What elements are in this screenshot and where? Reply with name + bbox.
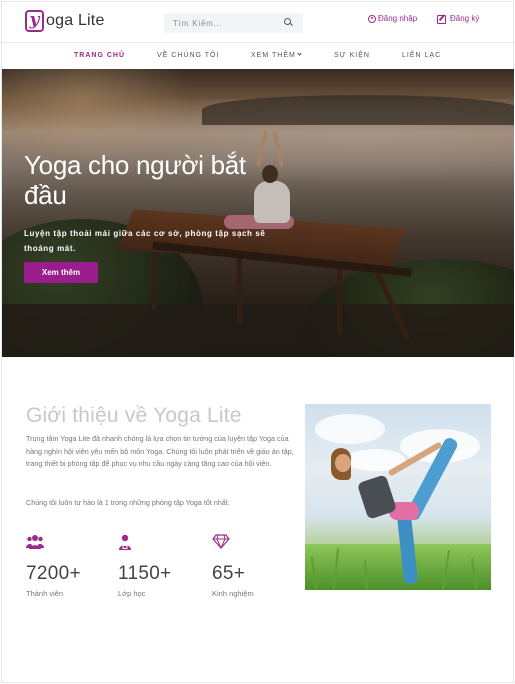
photo-cloud bbox=[315, 414, 385, 444]
edit-icon bbox=[437, 14, 446, 24]
stat-value: 1150+ bbox=[118, 563, 172, 584]
diamond-icon bbox=[212, 534, 230, 549]
hero-banner bbox=[2, 69, 514, 357]
hero-title: Yoga cho người bắt đầu bbox=[24, 150, 246, 210]
search-input[interactable] bbox=[164, 13, 282, 33]
logo[interactable]: y oga Lite bbox=[25, 10, 105, 32]
login-label: Đăng nhập bbox=[378, 14, 418, 23]
register-label: Đăng ký bbox=[450, 14, 480, 23]
logo-mark: y bbox=[25, 10, 44, 32]
about-title: Giới thiệu về Yoga Lite bbox=[26, 404, 242, 427]
chevron-down-icon bbox=[297, 51, 302, 56]
yoga-photo bbox=[305, 404, 491, 590]
stat-label: Thành viên bbox=[26, 589, 64, 598]
register-link[interactable]: Đăng ký bbox=[437, 14, 480, 24]
teacher-icon bbox=[119, 534, 131, 550]
hero-overlay bbox=[2, 69, 514, 357]
nav-item-events[interactable]: SỰ KIỆN bbox=[334, 52, 370, 59]
search-icon[interactable] bbox=[282, 16, 296, 30]
main-nav: TRANG CHỦ VỀ CHÚNG TÔI XEM THÊM SỰ KIỆN … bbox=[0, 42, 515, 69]
stat-label: Kinh nghiệm bbox=[212, 589, 254, 598]
about-paragraph: Trung tâm Yoga Lite đã nhanh chóng là lự… bbox=[26, 434, 294, 469]
hero-subtitle: Luyện tập thoải mái giữa các cơ sở, phòn… bbox=[24, 229, 266, 253]
stat-value: 7200+ bbox=[26, 563, 81, 584]
hero-more-button[interactable]: Xem thêm bbox=[24, 262, 98, 283]
stat-value: 65+ bbox=[212, 563, 246, 584]
nav-item-about[interactable]: VỀ CHÚNG TÔI bbox=[157, 52, 219, 59]
nav-item-more[interactable]: XEM THÊM bbox=[251, 51, 302, 59]
search-box bbox=[164, 13, 303, 33]
stat-label: Lớp học bbox=[118, 589, 146, 598]
login-link[interactable]: Đăng nhập bbox=[368, 14, 417, 23]
about-paragraph: Chúng tôi luôn tự hào là 1 trong những p… bbox=[26, 498, 230, 507]
users-icon bbox=[26, 535, 44, 549]
nav-item-contact[interactable]: LIÊN LẠC bbox=[402, 52, 441, 59]
logo-text: oga Lite bbox=[46, 12, 105, 29]
woman-head bbox=[335, 454, 351, 472]
header: y oga Lite Đăng nhập Đăng ký bbox=[0, 0, 515, 42]
nav-item-home[interactable]: TRANG CHỦ bbox=[74, 52, 125, 59]
nav-item-more-label: XEM THÊM bbox=[251, 52, 296, 59]
user-icon bbox=[368, 14, 376, 23]
